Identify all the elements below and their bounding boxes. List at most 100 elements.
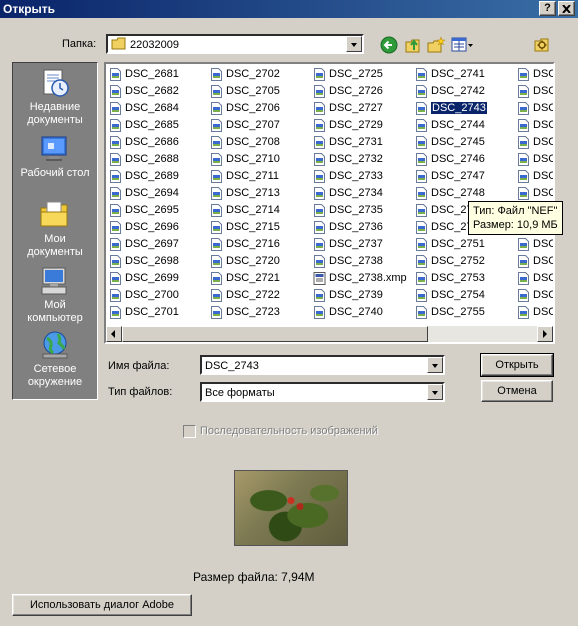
file-item[interactable]: DSC_2746: [414, 151, 487, 168]
file-item[interactable]: DSC_2682: [108, 83, 179, 100]
file-item[interactable]: DSC: [516, 253, 553, 270]
file-item[interactable]: DSC_2695: [108, 202, 179, 219]
place-mydocs[interactable]: Мои документы: [13, 199, 97, 259]
filename-field[interactable]: DSC_2743: [200, 355, 445, 375]
file-item[interactable]: DSC_2754: [414, 287, 487, 304]
file-item[interactable]: DSC_2713: [209, 185, 280, 202]
file-item[interactable]: DSC_2755: [414, 304, 487, 321]
file-item[interactable]: DSC_2689: [108, 168, 179, 185]
file-item[interactable]: DSC_2732: [312, 151, 407, 168]
file-item[interactable]: DSC: [516, 304, 553, 321]
file-item[interactable]: DSC: [516, 117, 553, 134]
file-item[interactable]: DSC_2734: [312, 185, 407, 202]
open-button[interactable]: Открыть: [480, 353, 554, 377]
scroll-right-button[interactable]: [537, 326, 553, 342]
file-item[interactable]: DSC_2751: [414, 236, 487, 253]
file-item[interactable]: DSC_2708: [209, 134, 280, 151]
file-item[interactable]: DSC_2739: [312, 287, 407, 304]
sequence-checkbox[interactable]: [183, 425, 196, 438]
file-item[interactable]: DSC_2686: [108, 134, 179, 151]
place-desktop[interactable]: Рабочий стол: [13, 133, 97, 180]
tools-icon[interactable]: [534, 36, 552, 54]
file-name: DSC_2695: [125, 204, 179, 216]
file-item[interactable]: DSC_2727: [312, 100, 407, 117]
place-recent[interactable]: Недавние документы: [13, 67, 97, 127]
file-item[interactable]: DSC_2694: [108, 185, 179, 202]
file-item[interactable]: DSC_2696: [108, 219, 179, 236]
file-item[interactable]: DSC: [516, 236, 553, 253]
filetype-select[interactable]: Все форматы: [200, 382, 445, 402]
view-menu-button[interactable]: [451, 37, 475, 53]
file-item[interactable]: DSC_2707: [209, 117, 280, 134]
file-item[interactable]: DSC: [516, 66, 553, 83]
file-item[interactable]: DSC_2722: [209, 287, 280, 304]
file-item[interactable]: DSC_2684: [108, 100, 179, 117]
place-computer[interactable]: Мой компьютер: [13, 265, 97, 325]
file-item[interactable]: DSC_2752: [414, 253, 487, 270]
file-item[interactable]: DSC_2726: [312, 83, 407, 100]
file-item[interactable]: DSC_2721: [209, 270, 280, 287]
file-item[interactable]: DSC: [516, 83, 553, 100]
place-network[interactable]: Сетевое окружение: [13, 329, 97, 389]
file-item[interactable]: DSC_2701: [108, 304, 179, 321]
file-item[interactable]: DSC_2753: [414, 270, 487, 287]
file-item[interactable]: DSC_2747: [414, 168, 487, 185]
adobe-dialog-button[interactable]: Использовать диалог Adobe: [12, 594, 192, 616]
scroll-left-button[interactable]: [106, 326, 122, 342]
back-icon[interactable]: [380, 36, 398, 54]
folder-combo[interactable]: 22032009: [106, 34, 364, 54]
up-folder-icon[interactable]: [404, 36, 422, 54]
new-folder-icon[interactable]: [427, 36, 445, 54]
file-item[interactable]: DSC_2698: [108, 253, 179, 270]
file-item[interactable]: DSC_2748: [414, 185, 487, 202]
file-item[interactable]: DSC_2738.xmp: [312, 270, 407, 287]
chevron-down-icon[interactable]: [427, 357, 443, 373]
file-item[interactable]: DSC_2729: [312, 117, 407, 134]
file-item[interactable]: DSC: [516, 100, 553, 117]
file-item[interactable]: DSC_2697: [108, 236, 179, 253]
file-item[interactable]: DSC_2715: [209, 219, 280, 236]
file-item[interactable]: DSC: [516, 185, 553, 202]
file-item[interactable]: DSC_2700: [108, 287, 179, 304]
chevron-down-icon[interactable]: [427, 384, 443, 400]
file-item[interactable]: DSC_2716: [209, 236, 280, 253]
file-item[interactable]: DSC_2705: [209, 83, 280, 100]
file-item[interactable]: DSC: [516, 151, 553, 168]
file-item[interactable]: DSC_2743: [414, 100, 487, 117]
file-item[interactable]: DSC_2720: [209, 253, 280, 270]
file-item[interactable]: DSC: [516, 168, 553, 185]
file-item[interactable]: DSC_2733: [312, 168, 407, 185]
file-item[interactable]: DSC_2740: [312, 304, 407, 321]
scroll-thumb[interactable]: [122, 326, 428, 342]
file-item[interactable]: DSC: [516, 287, 553, 304]
horizontal-scrollbar[interactable]: [106, 326, 553, 342]
file-item[interactable]: DSC_2737: [312, 236, 407, 253]
file-item[interactable]: DSC_2711: [209, 168, 280, 185]
place-computer-line1: Мой: [44, 299, 66, 311]
file-tooltip: Тип: Файл "NEF" Размер: 10,9 МБ: [468, 201, 563, 235]
file-item[interactable]: DSC_2744: [414, 117, 487, 134]
file-item[interactable]: DSC_2745: [414, 134, 487, 151]
file-item[interactable]: DSC_2688: [108, 151, 179, 168]
file-item[interactable]: DSC_2725: [312, 66, 407, 83]
file-item[interactable]: DSC: [516, 270, 553, 287]
file-item[interactable]: DSC_2710: [209, 151, 280, 168]
file-item[interactable]: DSC_2706: [209, 100, 280, 117]
file-item[interactable]: DSC_2699: [108, 270, 179, 287]
file-item[interactable]: DSC_2742: [414, 83, 487, 100]
cancel-button[interactable]: Отмена: [481, 380, 553, 402]
file-item[interactable]: DSC_2736: [312, 219, 407, 236]
file-item[interactable]: DSC_2702: [209, 66, 280, 83]
file-item[interactable]: DSC_2731: [312, 134, 407, 151]
file-item[interactable]: DSC_2714: [209, 202, 280, 219]
file-item[interactable]: DSC_2735: [312, 202, 407, 219]
close-button[interactable]: [558, 1, 575, 16]
file-item[interactable]: DSC_2738: [312, 253, 407, 270]
file-item[interactable]: DSC_2681: [108, 66, 179, 83]
file-item[interactable]: DSC: [516, 134, 553, 151]
file-item[interactable]: DSC_2741: [414, 66, 487, 83]
help-button[interactable]: ?: [539, 1, 556, 16]
file-item[interactable]: DSC_2685: [108, 117, 179, 134]
chevron-down-icon[interactable]: [346, 36, 362, 52]
file-item[interactable]: DSC_2723: [209, 304, 280, 321]
